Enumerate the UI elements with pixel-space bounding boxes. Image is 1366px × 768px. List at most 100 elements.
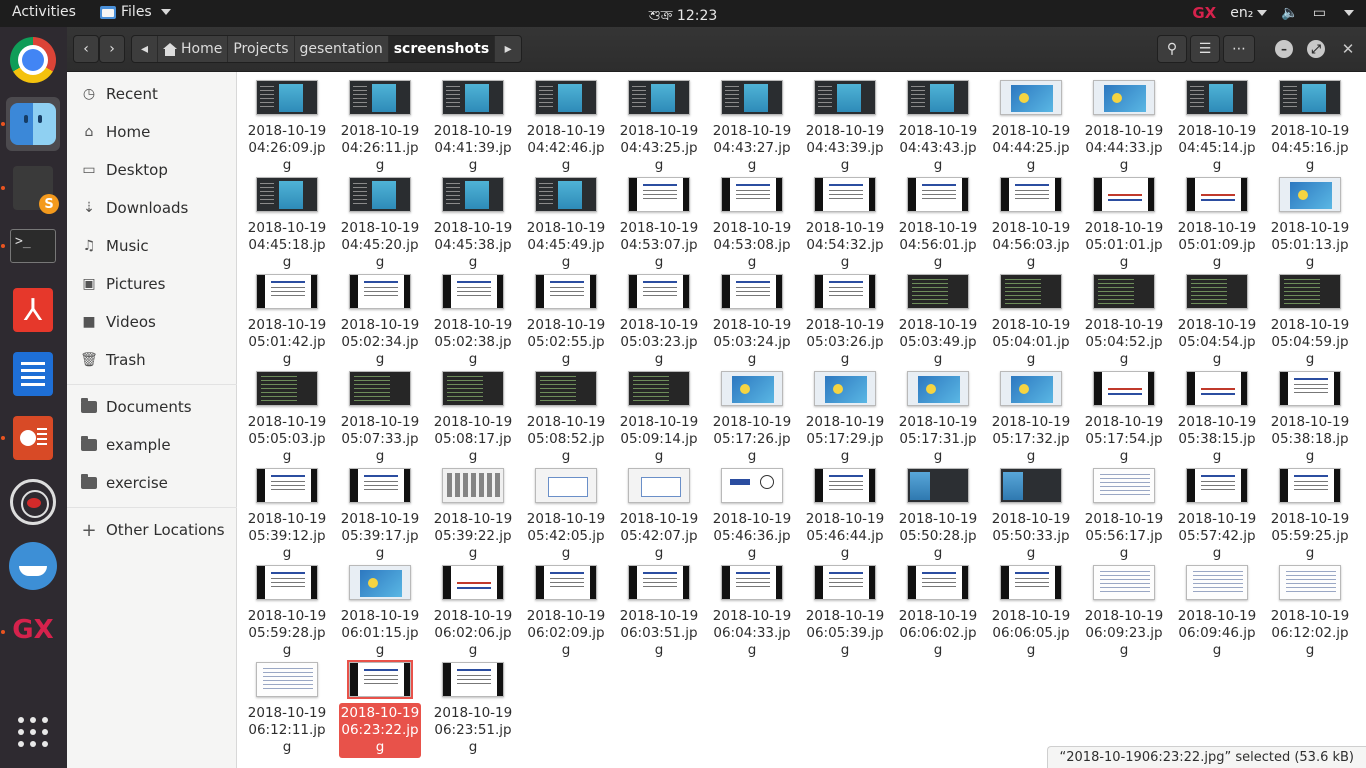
- file-item[interactable]: 2018-10-1905:03:49.jpg: [896, 266, 980, 368]
- sidebar-item-desktop[interactable]: ▭ Desktop: [67, 154, 237, 186]
- maximize-button[interactable]: ⤢: [1307, 40, 1325, 58]
- file-item[interactable]: 2018-10-1904:42:46.jpg: [524, 72, 608, 174]
- file-item[interactable]: 2018-10-1905:59:25.jpg: [1268, 460, 1352, 562]
- file-item[interactable]: 2018-10-1905:17:31.jpg: [896, 363, 980, 465]
- file-item[interactable]: 2018-10-1906:02:09.jpg: [524, 557, 608, 659]
- sidebar-item-recent[interactable]: ◷ Recent: [67, 78, 237, 110]
- file-item[interactable]: 2018-10-1905:56:17.jpg: [1082, 460, 1166, 562]
- file-item[interactable]: 2018-10-1906:09:23.jpg: [1082, 557, 1166, 659]
- file-item[interactable]: 2018-10-1904:26:09.jpg: [245, 72, 329, 174]
- dock-chrome[interactable]: [6, 33, 60, 87]
- file-item[interactable]: 2018-10-1906:05:39.jpg: [803, 557, 887, 659]
- file-item[interactable]: 2018-10-1905:50:33.jpg: [989, 460, 1073, 562]
- sidebar-item-example[interactable]: example: [67, 429, 237, 461]
- file-item[interactable]: 2018-10-1905:03:24.jpg: [710, 266, 794, 368]
- file-item[interactable]: 2018-10-1906:04:33.jpg: [710, 557, 794, 659]
- breadcrumb-screenshots[interactable]: screenshots: [388, 36, 496, 62]
- file-item[interactable]: 2018-10-1905:42:07.jpg: [617, 460, 701, 562]
- file-item[interactable]: 2018-10-1904:53:07.jpg: [617, 169, 701, 271]
- sidebar-item-downloads[interactable]: ⇣ Downloads: [67, 192, 237, 224]
- file-item[interactable]: 2018-10-1905:38:15.jpg: [1175, 363, 1259, 465]
- file-item[interactable]: 2018-10-1904:45:20.jpg: [338, 169, 422, 271]
- file-item[interactable]: 2018-10-1905:17:29.jpg: [803, 363, 887, 465]
- file-item[interactable]: 2018-10-1904:44:33.jpg: [1082, 72, 1166, 174]
- file-item[interactable]: 2018-10-1904:56:03.jpg: [989, 169, 1073, 271]
- file-item[interactable]: 2018-10-1906:23:51.jpg: [431, 654, 515, 756]
- sidebar-item-videos[interactable]: ■ Videos: [67, 306, 237, 338]
- file-item[interactable]: 2018-10-1905:02:55.jpg: [524, 266, 608, 368]
- dock-web-app[interactable]: [6, 475, 60, 529]
- system-menu-chevron-icon[interactable]: [1344, 10, 1354, 16]
- file-item[interactable]: 2018-10-1905:39:22.jpg: [431, 460, 515, 562]
- file-item[interactable]: 2018-10-1904:45:38.jpg: [431, 169, 515, 271]
- file-item[interactable]: 2018-10-1906:06:02.jpg: [896, 557, 980, 659]
- file-item[interactable]: 2018-10-1905:05:03.jpg: [245, 363, 329, 465]
- file-item[interactable]: 2018-10-1906:12:11.jpg: [245, 654, 329, 756]
- file-item[interactable]: 2018-10-1905:02:34.jpg: [338, 266, 422, 368]
- file-item[interactable]: 2018-10-1904:41:39.jpg: [431, 72, 515, 174]
- file-item[interactable]: 2018-10-1905:07:33.jpg: [338, 363, 422, 465]
- file-item[interactable]: 2018-10-1905:01:09.jpg: [1175, 169, 1259, 271]
- file-item[interactable]: 2018-10-1906:01:15.jpg: [338, 557, 422, 659]
- sidebar-item-home[interactable]: ⌂ Home: [67, 116, 237, 148]
- breadcrumb-home[interactable]: Home: [158, 36, 229, 62]
- dock-wireshark[interactable]: [6, 539, 60, 593]
- file-item[interactable]: 2018-10-1904:44:25.jpg: [989, 72, 1073, 174]
- file-item[interactable]: 2018-10-1905:03:23.jpg: [617, 266, 701, 368]
- file-item[interactable]: 2018-10-1905:09:14.jpg: [617, 363, 701, 465]
- forward-button[interactable]: ›: [99, 35, 125, 63]
- file-item[interactable]: 2018-10-1905:01:01.jpg: [1082, 169, 1166, 271]
- minimize-button[interactable]: –: [1275, 40, 1293, 58]
- volume-icon[interactable]: 🔈: [1281, 5, 1298, 21]
- file-item[interactable]: 2018-10-1906:03:51.jpg: [617, 557, 701, 659]
- file-item[interactable]: 2018-10-1904:56:01.jpg: [896, 169, 980, 271]
- breadcrumb-scroll-right[interactable]: ▸: [495, 36, 521, 62]
- file-item[interactable]: 2018-10-1905:17:32.jpg: [989, 363, 1073, 465]
- dock-terminal[interactable]: >_: [6, 219, 60, 273]
- file-item[interactable]: 2018-10-1905:38:18.jpg: [1268, 363, 1352, 465]
- dock-files[interactable]: [6, 97, 60, 151]
- file-item[interactable]: 2018-10-1904:45:18.jpg: [245, 169, 329, 271]
- file-item[interactable]: 2018-10-1906:12:02.jpg: [1268, 557, 1352, 659]
- sidebar-item-other-locations[interactable]: + Other Locations: [67, 514, 237, 546]
- view-toggle-button[interactable]: ☰: [1190, 35, 1220, 63]
- file-item[interactable]: 2018-10-1906:02:06.jpg: [431, 557, 515, 659]
- breadcrumb-scroll-left[interactable]: ◂: [132, 36, 158, 62]
- file-item[interactable]: 2018-10-1905:17:26.jpg: [710, 363, 794, 465]
- dock-sublime[interactable]: S: [6, 161, 60, 215]
- close-button[interactable]: ✕: [1339, 40, 1357, 58]
- battery-icon[interactable]: ▭: [1313, 5, 1326, 21]
- dock-gx[interactable]: GX: [6, 603, 60, 657]
- file-item[interactable]: 2018-10-1905:04:54.jpg: [1175, 266, 1259, 368]
- file-item[interactable]: 2018-10-1905:01:42.jpg: [245, 266, 329, 368]
- sidebar-item-documents[interactable]: Documents: [67, 391, 237, 423]
- show-applications-button[interactable]: [6, 705, 60, 759]
- file-item[interactable]: 2018-10-1904:45:16.jpg: [1268, 72, 1352, 174]
- gx-tray-icon[interactable]: GX: [1192, 4, 1216, 22]
- file-item[interactable]: 2018-10-1905:57:42.jpg: [1175, 460, 1259, 562]
- file-item[interactable]: 2018-10-1905:04:52.jpg: [1082, 266, 1166, 368]
- file-item[interactable]: 2018-10-1905:39:12.jpg: [245, 460, 329, 562]
- file-item[interactable]: 2018-10-1905:46:36.jpg: [710, 460, 794, 562]
- keyboard-layout-menu[interactable]: en₂: [1230, 5, 1268, 21]
- file-item[interactable]: 2018-10-1905:01:13.jpg: [1268, 169, 1352, 271]
- file-item[interactable]: 2018-10-1905:02:38.jpg: [431, 266, 515, 368]
- file-item[interactable]: 2018-10-1904:43:27.jpg: [710, 72, 794, 174]
- file-item[interactable]: 2018-10-1904:43:39.jpg: [803, 72, 887, 174]
- file-item[interactable]: 2018-10-1906:09:46.jpg: [1175, 557, 1259, 659]
- back-button[interactable]: ‹: [73, 35, 99, 63]
- file-item[interactable]: 2018-10-1906:06:05.jpg: [989, 557, 1073, 659]
- file-item[interactable]: 2018-10-1905:42:05.jpg: [524, 460, 608, 562]
- file-item[interactable]: 2018-10-1905:46:44.jpg: [803, 460, 887, 562]
- file-item[interactable]: 2018-10-1906:23:22.jpg: [338, 654, 422, 758]
- clock[interactable]: শুক্র 12:23: [0, 4, 1366, 28]
- activities-button[interactable]: Activities: [12, 4, 76, 20]
- breadcrumb-gesentation[interactable]: gesentation: [295, 36, 389, 62]
- menu-button[interactable]: ⋯: [1223, 35, 1255, 63]
- file-item[interactable]: 2018-10-1905:04:59.jpg: [1268, 266, 1352, 368]
- file-item[interactable]: 2018-10-1905:59:28.jpg: [245, 557, 329, 659]
- file-item[interactable]: 2018-10-1905:08:52.jpg: [524, 363, 608, 465]
- file-item[interactable]: 2018-10-1904:45:49.jpg: [524, 169, 608, 271]
- app-menu[interactable]: Files: [100, 4, 171, 20]
- dock-pdf-reader[interactable]: ⅄: [6, 283, 60, 337]
